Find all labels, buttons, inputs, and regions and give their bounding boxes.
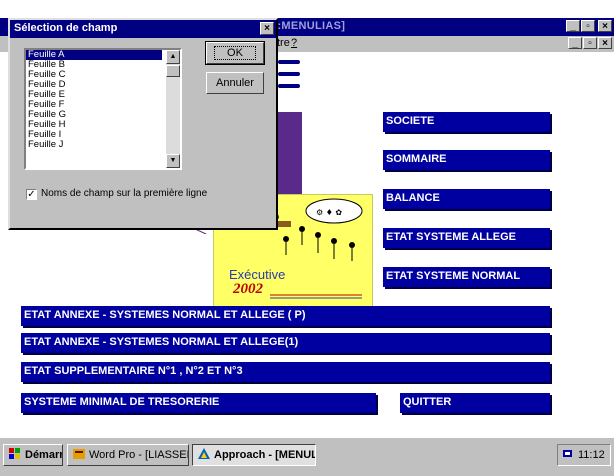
dialog-close-button[interactable]: × <box>260 22 274 35</box>
listbox-scrollbar[interactable]: ▲ ▼ <box>166 50 180 168</box>
logo-year-text: 2002 <box>233 281 263 297</box>
start-label: Démarrer <box>25 449 63 461</box>
svg-text:⚙ ♦ ✿: ⚙ ♦ ✿ <box>316 208 342 217</box>
logo-executive-text: Exécutive <box>229 267 286 282</box>
header-row-checkbox[interactable]: ✓ <box>26 189 37 200</box>
ok-button-label: OK <box>214 46 256 60</box>
etat-systeme-allege-button[interactable]: ETAT SYSTEME ALLEGE <box>383 228 550 248</box>
taskbar-approach[interactable]: Approach - [MENULI... <box>192 444 316 466</box>
approach-icon <box>198 448 210 459</box>
taskbar-word-pro-label: Word Pro - [LIASSEFISCA... <box>89 449 188 461</box>
volume-icon[interactable] <box>561 447 575 460</box>
taskbar-approach-label: Approach - [MENULI... <box>214 449 315 461</box>
etat-systeme-normal-button[interactable]: ETAT SYSTEME NORMAL <box>383 267 550 287</box>
dialog-title: Sélection de champ <box>14 22 118 34</box>
quitter-button[interactable]: QUITTER <box>400 393 550 413</box>
etat-annexe-1-button[interactable]: ETAT ANNEXE - SYSTEMES NORMAL ET ALLEGE(… <box>21 333 550 353</box>
minimize-button[interactable]: _ <box>566 20 580 32</box>
taskbar: Démarrer Word Pro - [LIASSEFISCA... Appr… <box>0 437 614 476</box>
windows-logo-icon <box>9 448 20 459</box>
document-window-controls: _ ▫ × <box>567 37 612 49</box>
doc-restore-button[interactable]: ▫ <box>583 37 597 49</box>
cancel-button[interactable]: Annuler <box>206 72 264 94</box>
scroll-thumb[interactable] <box>166 65 180 77</box>
start-button[interactable]: Démarrer <box>3 444 63 466</box>
etat-supplementaire-button[interactable]: ETAT SUPPLEMENTAIRE N°1 , N°2 ET N°3 <box>21 362 550 382</box>
clock[interactable]: 11:12 <box>578 449 605 461</box>
close-button[interactable]: × <box>598 20 612 32</box>
word-pro-icon <box>73 449 85 459</box>
header-row-checkbox-label[interactable]: Noms de champ sur la première ligne <box>41 188 207 199</box>
doc-minimize-button[interactable]: _ <box>568 37 582 49</box>
taskbar-word-pro[interactable]: Word Pro - [LIASSEFISCA... <box>67 444 189 466</box>
toolbar-dash <box>278 72 300 76</box>
dialog-titlebar: Sélection de champ × <box>10 20 276 38</box>
toolbar-dash <box>278 60 300 64</box>
menu-help[interactable]: ? <box>291 37 297 49</box>
restore-button[interactable]: ▫ <box>581 20 595 32</box>
field-list: Feuille A Feuille B Feuille C Feuille D Feui… <box>26 50 180 150</box>
etat-annexe-p-button[interactable]: ETAT ANNEXE - SYSTEMES NORMAL ET ALLEGE … <box>21 306 550 326</box>
societe-button[interactable]: SOCIETE <box>383 112 550 132</box>
field-selection-dialog: Sélection de champ × Feuille A Feuille BF… <box>8 18 278 230</box>
ok-button[interactable]: OK <box>205 41 265 65</box>
system-tray: 11:12 <box>557 444 611 466</box>
doc-close-button[interactable]: × <box>598 37 612 49</box>
scroll-up-button[interactable]: ▲ <box>166 50 180 64</box>
logo-underline <box>270 294 362 299</box>
balance-button[interactable]: BALANCE <box>383 189 550 209</box>
list-item[interactable]: Feuille J <box>26 140 162 150</box>
toolbar-dash <box>278 84 300 88</box>
sommaire-button[interactable]: SOMMAIRE <box>383 150 550 170</box>
scroll-down-button[interactable]: ▼ <box>166 154 180 168</box>
menu-window[interactable]: tre <box>277 37 290 49</box>
app-window-controls: _ ▫ × <box>565 20 612 32</box>
systeme-minimal-tresorerie-button[interactable]: SYSTEME MINIMAL DE TRESORERIE <box>21 393 376 413</box>
field-listbox[interactable]: Feuille A Feuille B Feuille C Feuille D Feui… <box>24 48 182 170</box>
